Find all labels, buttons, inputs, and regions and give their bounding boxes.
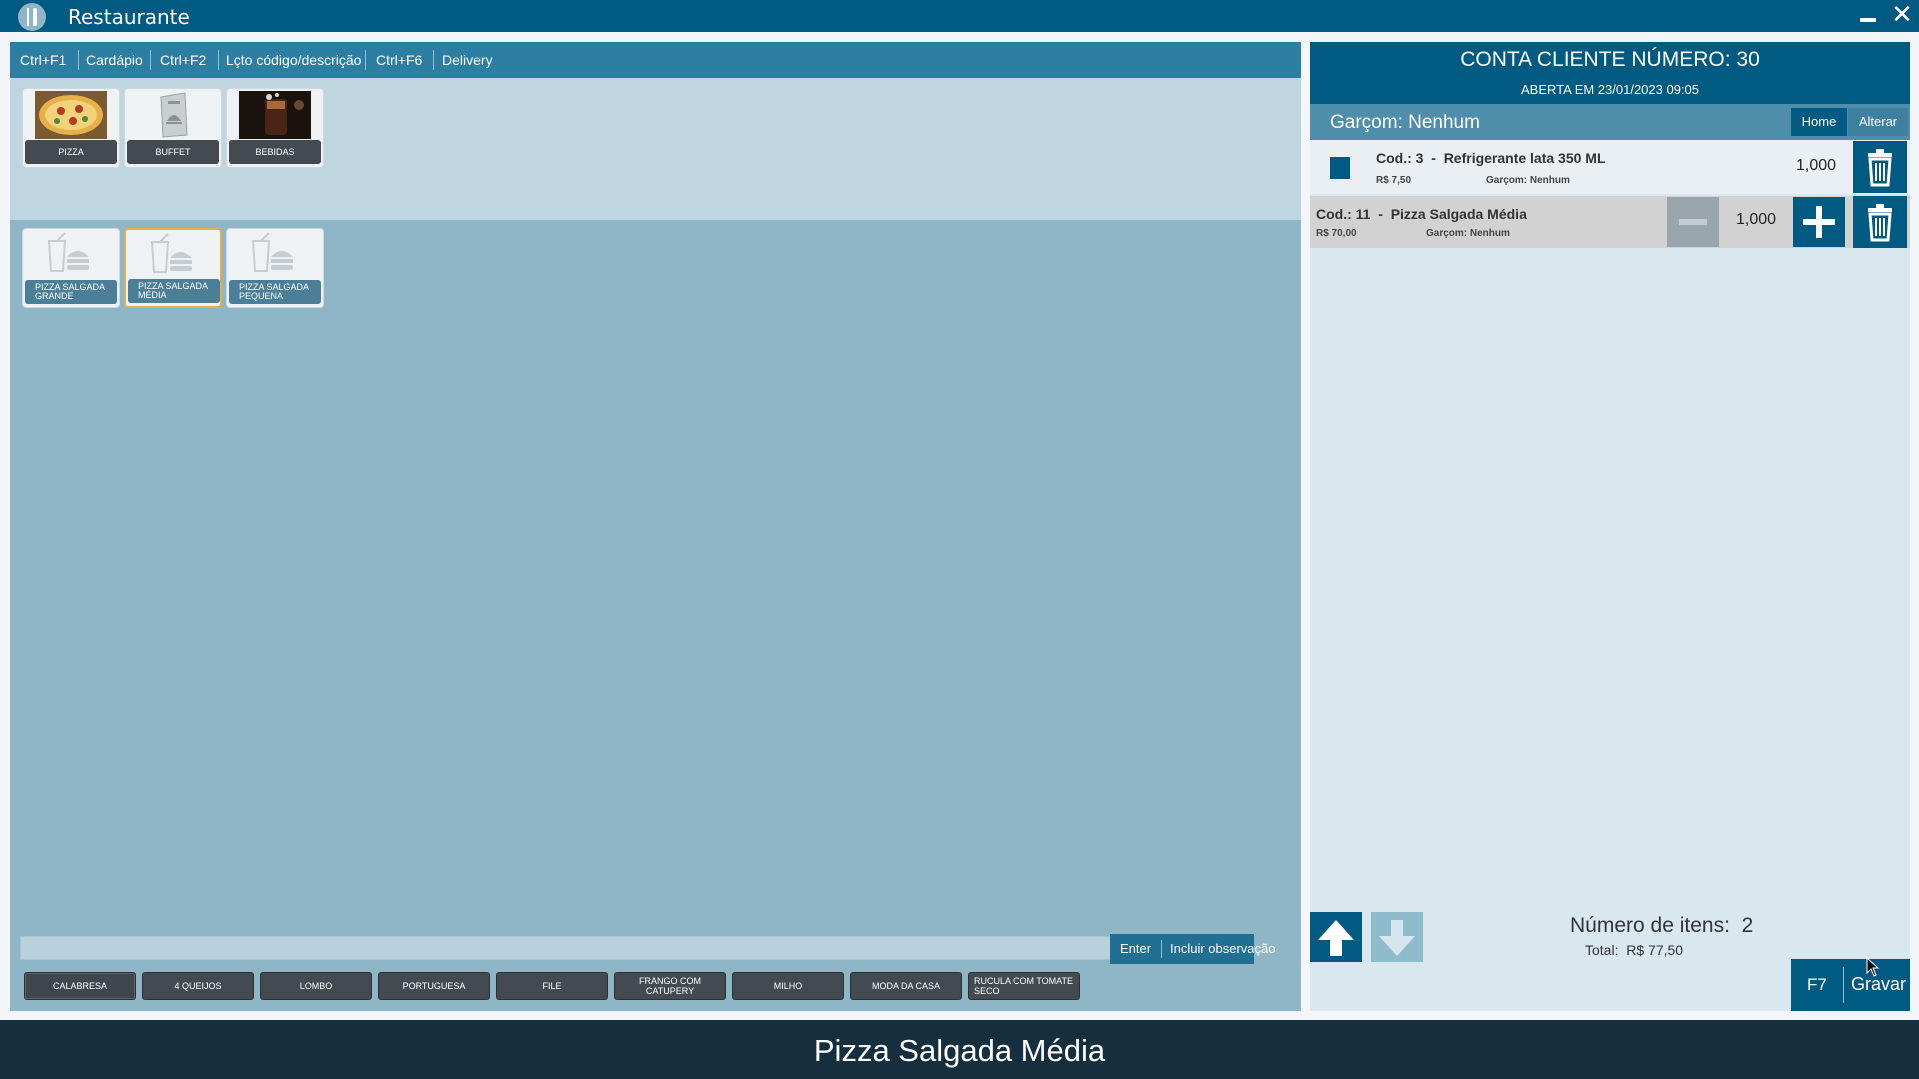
order-item-selected[interactable]: Cod.: 11 - Pizza Salgada Média R$ 70,00 … <box>1310 196 1910 248</box>
category-tile-buffet[interactable]: BUFFET <box>124 88 222 168</box>
category-label: BEBIDAS <box>229 140 321 164</box>
product-area: PIZZA SALGADA GRANDE PIZZA SALGADA MÉDIA <box>10 220 1301 970</box>
save-button[interactable]: F7 Gravar <box>1791 959 1910 1011</box>
shortcut-key-cardapio[interactable]: Ctrl+F1 <box>20 42 66 78</box>
scroll-up-button[interactable] <box>1310 912 1362 962</box>
category-label: PIZZA <box>25 140 117 164</box>
fastfood-icon <box>35 231 107 279</box>
shortcut-bar: Ctrl+F1 Cardápio Ctrl+F2 Lçto código/des… <box>10 42 1301 78</box>
arrow-down-icon <box>1379 920 1415 956</box>
shortcut-key-delivery[interactable]: Ctrl+F6 <box>376 42 422 78</box>
flavor-button[interactable]: CALABRESA <box>24 972 136 1000</box>
account-header: CONTA CLIENTE NÚMERO: 30 ABERTA EM 23/01… <box>1310 42 1910 104</box>
menu-panel: Ctrl+F1 Cardápio Ctrl+F2 Lçto código/des… <box>10 42 1301 1011</box>
title-bar: Restaurante ✕ <box>0 0 1919 32</box>
flavor-button[interactable]: MILHO <box>732 972 844 1000</box>
flavor-button[interactable]: 4 QUEIJOS <box>142 972 254 1000</box>
include-observation-button[interactable]: Enter Incluir observação <box>1110 934 1276 964</box>
pizza-photo-icon <box>35 91 107 139</box>
mouse-cursor-icon <box>1866 956 1880 977</box>
enter-key-label: Enter <box>1120 941 1152 956</box>
tab-delivery[interactable]: Delivery <box>442 42 493 78</box>
item-quantity: 1,000 <box>1736 211 1777 228</box>
status-bar: Pizza Salgada Média <box>0 1020 1919 1079</box>
product-label: PIZZA SALGADA MÉDIA <box>128 279 220 303</box>
flavor-bar: CALABRESA 4 QUEIJOS LOMBO PORTUGUESA FIL… <box>10 970 1301 1011</box>
status-text: Pizza Salgada Média <box>813 1033 1106 1068</box>
save-label: Gravar <box>1851 974 1907 994</box>
account-panel: CONTA CLIENTE NÚMERO: 30 ABERTA EM 23/01… <box>1310 42 1910 1011</box>
plus-icon <box>1803 206 1835 238</box>
increase-quantity-button[interactable] <box>1793 197 1845 247</box>
product-tile-pizza-pequena[interactable]: PIZZA SALGADA PEQUENA <box>226 228 324 308</box>
trash-icon <box>1868 204 1892 242</box>
delete-item-button[interactable] <box>1853 196 1907 248</box>
close-button[interactable]: ✕ <box>1890 2 1914 28</box>
window-title: Restaurante <box>68 5 190 29</box>
product-label: PIZZA SALGADA PEQUENA <box>229 280 321 304</box>
category-tile-pizza[interactable]: PIZZA <box>22 88 120 168</box>
item-quantity: 1,000 <box>1796 157 1837 174</box>
decrease-quantity-button[interactable] <box>1667 197 1719 247</box>
order-item[interactable]: Cod.: 3 - Refrigerante lata 350 ML R$ 7,… <box>1310 140 1910 194</box>
account-footer: Número de itens: 2 Total: R$ 77,50 F7 Gr… <box>1310 910 1910 1011</box>
item-waiter: Garçom: Nenhum <box>1426 228 1510 239</box>
account-opened: ABERTA EM 23/01/2023 09:05 <box>1520 82 1700 97</box>
waiter-row: Garçom: Nenhum Home Alterar <box>1310 104 1910 140</box>
tab-lcto-codigo[interactable]: Lçto código/descrição <box>226 42 361 78</box>
category-label: BUFFET <box>127 140 219 164</box>
tab-cardapio[interactable]: Cardápio <box>86 42 143 78</box>
drink-photo-icon <box>239 91 311 139</box>
scroll-down-button[interactable] <box>1371 912 1423 962</box>
item-price: R$ 70,00 <box>1316 228 1357 239</box>
product-tile-pizza-media[interactable]: PIZZA SALGADA MÉDIA <box>124 228 222 308</box>
flavor-button[interactable]: RUCULA COM TOMATE SECO <box>968 972 1080 1000</box>
fastfood-icon <box>239 231 311 279</box>
item-count: Número de itens: 2 <box>1570 914 1754 937</box>
flavor-button[interactable]: LOMBO <box>260 972 372 1000</box>
item-title: Cod.: 11 - Pizza Salgada Média <box>1316 206 1527 222</box>
arrow-up-icon <box>1318 920 1354 956</box>
item-select-checkbox[interactable] <box>1330 157 1350 179</box>
fastfood-icon <box>138 232 210 280</box>
waiter-label: Garçom: Nenhum <box>1330 112 1480 133</box>
order-total: Total: R$ 77,50 <box>1585 942 1684 958</box>
item-waiter: Garçom: Nenhum <box>1486 175 1570 186</box>
alter-button[interactable]: Alterar <box>1848 108 1908 136</box>
restaurant-logo-icon <box>18 3 46 31</box>
flavor-button[interactable]: MODA DA CASA <box>850 972 962 1000</box>
item-title: Cod.: 3 - Refrigerante lata 350 ML <box>1376 150 1606 166</box>
home-button[interactable]: Home <box>1791 108 1847 136</box>
flavor-button[interactable]: FRANGO COM CATUPERY <box>614 972 726 1000</box>
flavor-button[interactable]: PORTUGUESA <box>378 972 490 1000</box>
delete-item-button[interactable] <box>1853 141 1907 193</box>
product-label: PIZZA SALGADA GRANDE <box>25 280 117 304</box>
minimize-button[interactable] <box>1858 8 1878 24</box>
search-row: Enter Incluir observação <box>10 928 1301 968</box>
flavor-button[interactable]: FILE <box>496 972 608 1000</box>
minus-icon <box>1679 219 1707 225</box>
shortcut-key-lcto[interactable]: Ctrl+F2 <box>160 42 206 78</box>
save-key-label: F7 <box>1807 975 1827 994</box>
item-price: R$ 7,50 <box>1376 175 1412 186</box>
search-input[interactable] <box>20 936 1112 960</box>
product-tile-pizza-grande[interactable]: PIZZA SALGADA GRANDE <box>22 228 120 308</box>
category-tile-bebidas[interactable]: BEBIDAS <box>226 88 324 168</box>
trash-icon <box>1868 149 1892 187</box>
account-title: CONTA CLIENTE NÚMERO: 30 <box>1460 48 1760 71</box>
include-observation-label: Incluir observação <box>1170 941 1276 956</box>
category-area: PIZZA BUFFET BEBIDAS <box>10 78 1301 220</box>
menu-photo-icon <box>137 91 209 139</box>
